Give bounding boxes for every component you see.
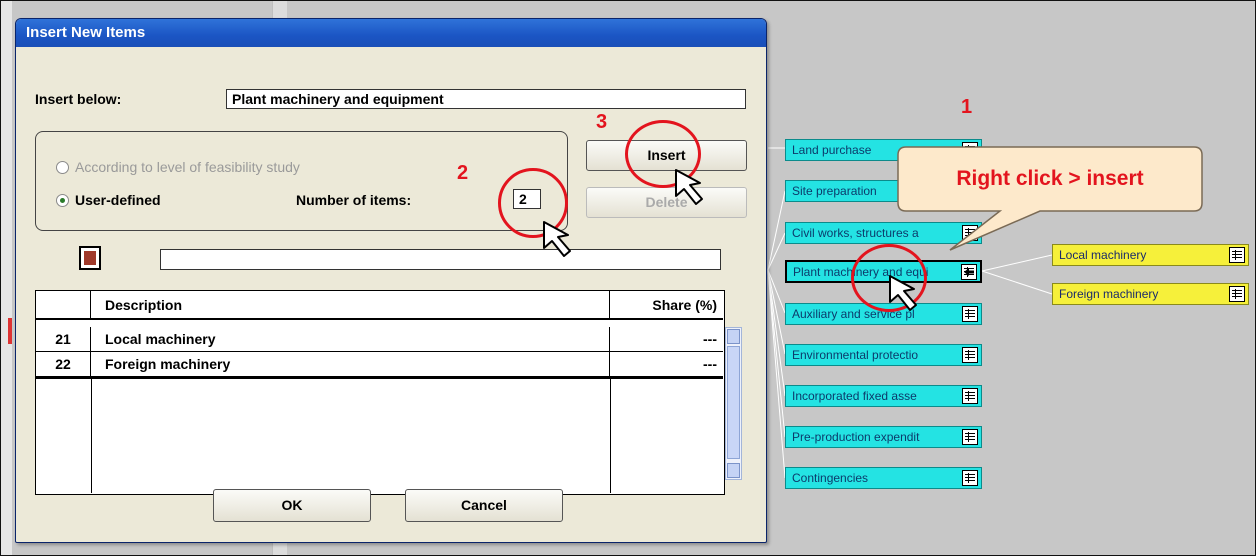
cursor-arrow-icon (543, 221, 571, 257)
step-2-label: 2 (457, 162, 469, 184)
step-3-label: 3 (596, 111, 608, 133)
callout-bubble (897, 146, 1203, 251)
cursor-arrow-icon (675, 169, 703, 205)
cursor-arrow-icon (889, 275, 917, 311)
callout-text: Right click > insert (956, 167, 1144, 190)
step-1-label: 1 (961, 96, 973, 118)
